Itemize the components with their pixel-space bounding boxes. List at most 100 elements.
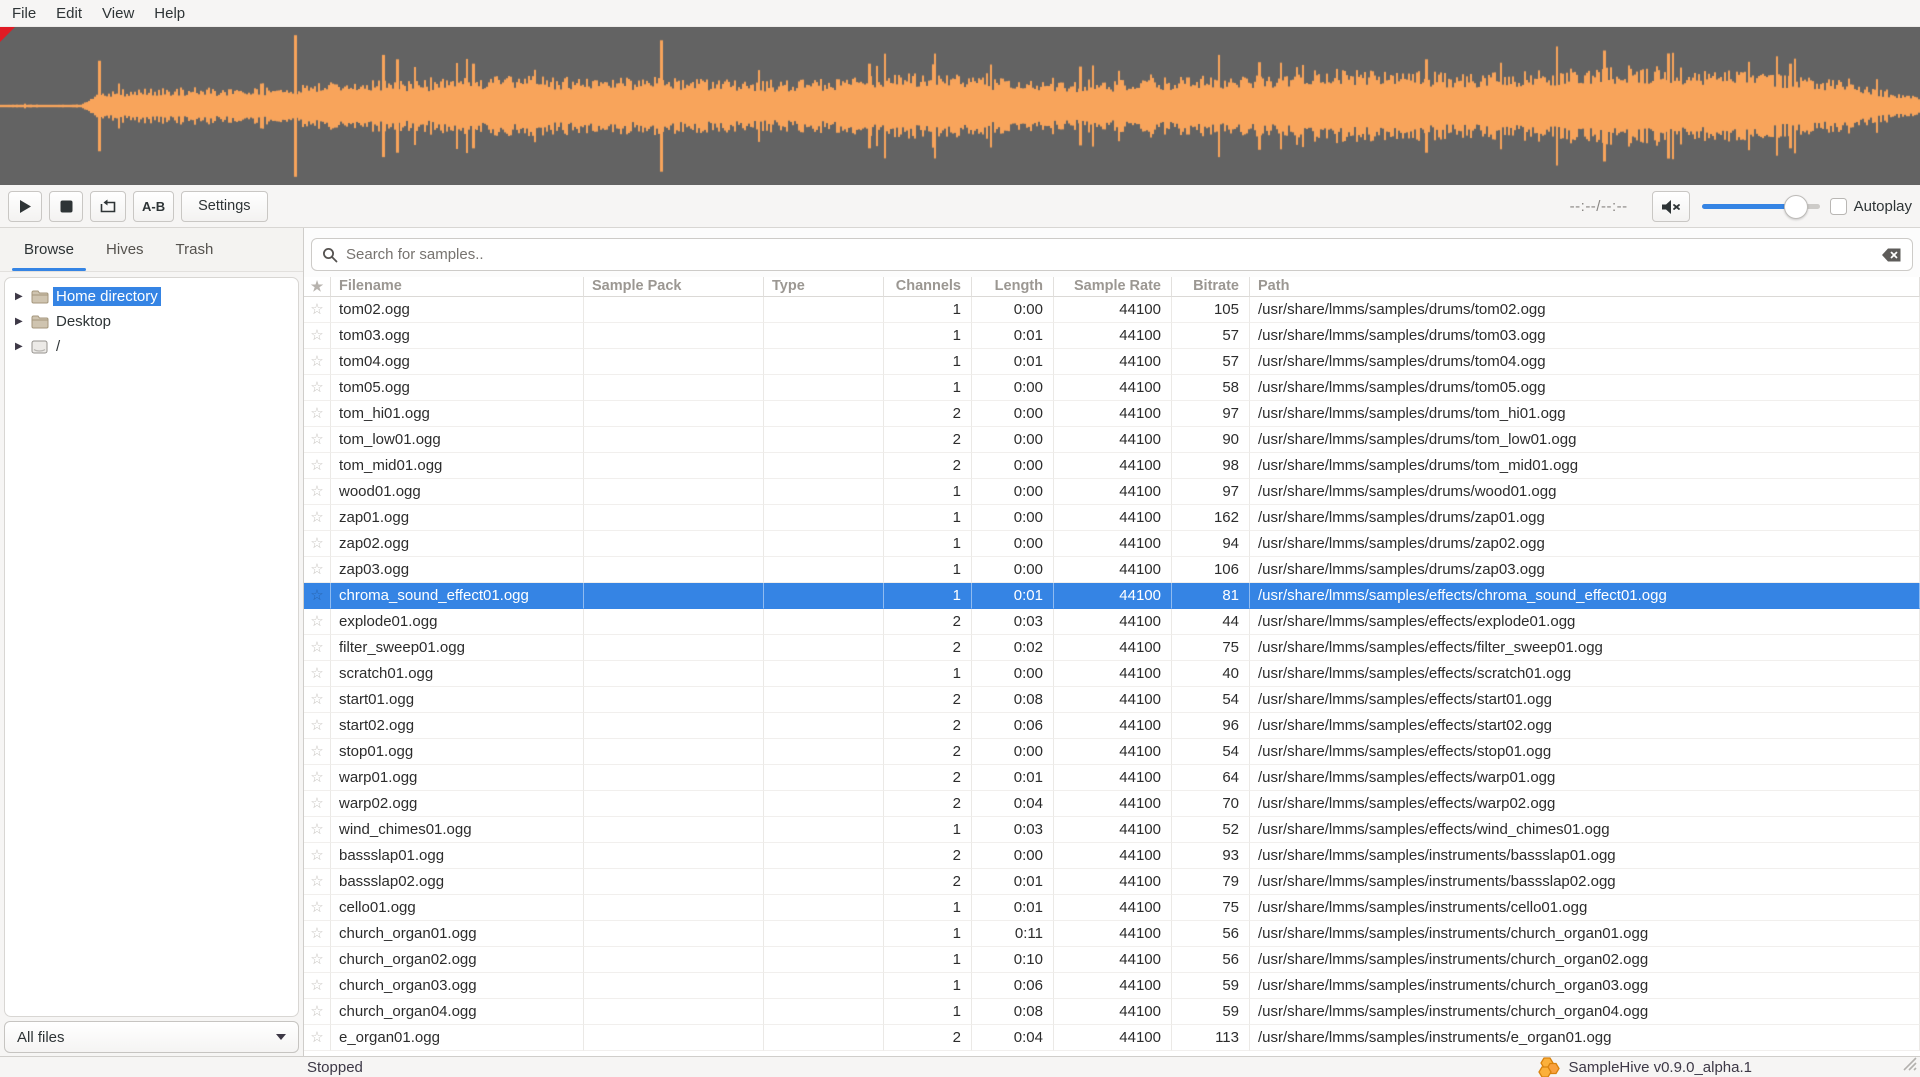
expander-icon[interactable]: ▶	[15, 316, 31, 327]
cell-favorite[interactable]: ☆	[304, 583, 331, 609]
column-header-sample_pack[interactable]: Sample Pack	[584, 277, 764, 297]
table-row[interactable]: ☆zap02.ogg10:004410094/usr/share/lmms/sa…	[304, 531, 1920, 557]
search-input[interactable]	[346, 246, 1881, 263]
table-row[interactable]: ☆warp02.ogg20:044410070/usr/share/lmms/s…	[304, 791, 1920, 817]
table-row[interactable]: ☆zap03.ogg10:0044100106/usr/share/lmms/s…	[304, 557, 1920, 583]
autoplay-checkbox[interactable]	[1830, 198, 1847, 215]
column-header-length[interactable]: Length	[972, 277, 1054, 297]
menu-edit[interactable]: Edit	[46, 0, 92, 27]
column-header-channels[interactable]: Channels	[884, 277, 972, 297]
cell-favorite[interactable]: ☆	[304, 765, 331, 791]
tree-item-label[interactable]: Desktop	[53, 312, 114, 331]
cell-favorite[interactable]: ☆	[304, 375, 331, 401]
cell-favorite[interactable]: ☆	[304, 297, 331, 323]
table-row[interactable]: ☆cello01.ogg10:014410075/usr/share/lmms/…	[304, 895, 1920, 921]
waveform-panel[interactable]	[0, 27, 1920, 185]
table-row[interactable]: ☆church_organ02.ogg10:104410056/usr/shar…	[304, 947, 1920, 973]
table-row[interactable]: ☆wood01.ogg10:004410097/usr/share/lmms/s…	[304, 479, 1920, 505]
column-header-sample_rate[interactable]: Sample Rate	[1054, 277, 1172, 297]
table-row[interactable]: ☆tom_hi01.ogg20:004410097/usr/share/lmms…	[304, 401, 1920, 427]
table-row[interactable]: ☆tom03.ogg10:014410057/usr/share/lmms/sa…	[304, 323, 1920, 349]
cell-favorite[interactable]: ☆	[304, 817, 331, 843]
volume-slider[interactable]	[1702, 195, 1820, 219]
table-row[interactable]: ☆church_organ01.ogg10:114410056/usr/shar…	[304, 921, 1920, 947]
cell-favorite[interactable]: ☆	[304, 323, 331, 349]
table-row[interactable]: ☆tom_low01.ogg20:004410090/usr/share/lmm…	[304, 427, 1920, 453]
table-row[interactable]: ☆warp01.ogg20:014410064/usr/share/lmms/s…	[304, 765, 1920, 791]
table-row[interactable]: ☆zap01.ogg10:0044100162/usr/share/lmms/s…	[304, 505, 1920, 531]
tree-item[interactable]: ▶/	[5, 334, 298, 359]
cell-favorite[interactable]: ☆	[304, 401, 331, 427]
expander-icon[interactable]: ▶	[15, 291, 31, 302]
cell-favorite[interactable]: ☆	[304, 505, 331, 531]
table-row[interactable]: ☆scratch01.ogg10:004410040/usr/share/lmm…	[304, 661, 1920, 687]
cell-favorite[interactable]: ☆	[304, 947, 331, 973]
table-row[interactable]: ☆stop01.ogg20:004410054/usr/share/lmms/s…	[304, 739, 1920, 765]
loop-button[interactable]	[90, 191, 126, 222]
tab-browse[interactable]: Browse	[8, 228, 90, 271]
table-row[interactable]: ☆start01.ogg20:084410054/usr/share/lmms/…	[304, 687, 1920, 713]
table-row[interactable]: ☆tom05.ogg10:004410058/usr/share/lmms/sa…	[304, 375, 1920, 401]
table-row[interactable]: ☆e_organ01.ogg20:0444100113/usr/share/lm…	[304, 1025, 1920, 1051]
tab-trash[interactable]: Trash	[160, 228, 230, 271]
column-header-bitrate[interactable]: Bitrate	[1172, 277, 1250, 297]
cell-favorite[interactable]: ☆	[304, 999, 331, 1025]
cell-favorite[interactable]: ☆	[304, 973, 331, 999]
tree-item[interactable]: ▶ Home directory	[5, 284, 298, 309]
waveform-display[interactable]	[0, 27, 1920, 185]
tree-item[interactable]: ▶ Desktop	[5, 309, 298, 334]
cell-length: 0:00	[972, 661, 1054, 687]
tab-hives[interactable]: Hives	[90, 228, 160, 271]
search-box[interactable]	[311, 238, 1913, 271]
table-row[interactable]: ☆tom_mid01.ogg20:004410098/usr/share/lmm…	[304, 453, 1920, 479]
cell-favorite[interactable]: ☆	[304, 635, 331, 661]
table-row[interactable]: ☆church_organ03.ogg10:064410059/usr/shar…	[304, 973, 1920, 999]
play-button[interactable]	[8, 191, 42, 222]
cell-favorite[interactable]: ☆	[304, 713, 331, 739]
menu-file[interactable]: File	[2, 0, 46, 27]
ab-repeat-button[interactable]: A-B	[133, 191, 174, 222]
table-row[interactable]: ☆start02.ogg20:064410096/usr/share/lmms/…	[304, 713, 1920, 739]
settings-button[interactable]: Settings	[181, 191, 267, 222]
cell-favorite[interactable]: ☆	[304, 869, 331, 895]
cell-favorite[interactable]: ☆	[304, 739, 331, 765]
cell-favorite[interactable]: ☆	[304, 427, 331, 453]
cell-favorite[interactable]: ☆	[304, 921, 331, 947]
cell-favorite[interactable]: ☆	[304, 791, 331, 817]
expander-icon[interactable]: ▶	[15, 341, 31, 352]
table-row[interactable]: ☆wind_chimes01.ogg10:034410052/usr/share…	[304, 817, 1920, 843]
cell-favorite[interactable]: ☆	[304, 687, 331, 713]
clear-search-icon[interactable]	[1881, 247, 1902, 263]
table-row[interactable]: ☆church_organ04.ogg10:084410059/usr/shar…	[304, 999, 1920, 1025]
cell-favorite[interactable]: ☆	[304, 531, 331, 557]
table-row[interactable]: ☆explode01.ogg20:034410044/usr/share/lmm…	[304, 609, 1920, 635]
table-row[interactable]: ☆tom02.ogg10:0044100105/usr/share/lmms/s…	[304, 297, 1920, 323]
cell-favorite[interactable]: ☆	[304, 1025, 331, 1051]
cell-favorite[interactable]: ☆	[304, 661, 331, 687]
cell-favorite[interactable]: ☆	[304, 557, 331, 583]
file-filter-combobox[interactable]: All files	[4, 1021, 299, 1053]
mute-button[interactable]	[1652, 191, 1690, 222]
cell-favorite[interactable]: ☆	[304, 453, 331, 479]
table-row[interactable]: ☆filter_sweep01.ogg20:024410075/usr/shar…	[304, 635, 1920, 661]
cell-favorite[interactable]: ☆	[304, 843, 331, 869]
table-row[interactable]: ☆bassslap02.ogg20:014410079/usr/share/lm…	[304, 869, 1920, 895]
cell-favorite[interactable]: ☆	[304, 349, 331, 375]
table-row[interactable]: ☆chroma_sound_effect01.ogg10:014410081/u…	[304, 583, 1920, 609]
resize-grip-icon[interactable]	[1901, 1055, 1917, 1075]
column-header-type[interactable]: Type	[764, 277, 884, 297]
stop-button[interactable]	[49, 191, 83, 222]
cell-favorite[interactable]: ☆	[304, 609, 331, 635]
column-header-path[interactable]: Path	[1250, 277, 1920, 297]
column-header-favorite[interactable]: ★	[304, 277, 331, 297]
tree-item-label[interactable]: /	[53, 337, 63, 356]
volume-slider-handle[interactable]	[1784, 195, 1808, 219]
cell-favorite[interactable]: ☆	[304, 479, 331, 505]
menu-view[interactable]: View	[92, 0, 144, 27]
menu-help[interactable]: Help	[144, 0, 195, 27]
table-row[interactable]: ☆tom04.ogg10:014410057/usr/share/lmms/sa…	[304, 349, 1920, 375]
tree-item-label[interactable]: Home directory	[53, 287, 161, 306]
table-row[interactable]: ☆bassslap01.ogg20:004410093/usr/share/lm…	[304, 843, 1920, 869]
cell-favorite[interactable]: ☆	[304, 895, 331, 921]
column-header-filename[interactable]: Filename	[331, 277, 584, 297]
